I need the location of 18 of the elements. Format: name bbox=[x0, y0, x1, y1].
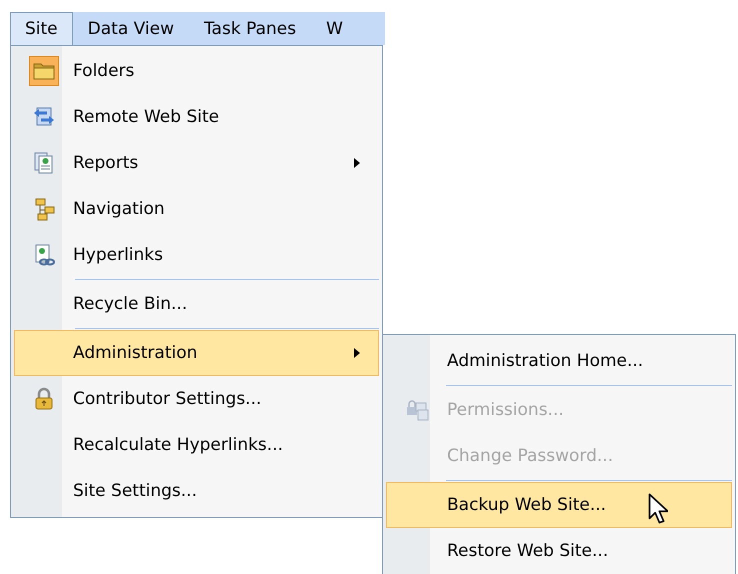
menu-item[interactable]: Hyperlinks bbox=[14, 232, 379, 278]
menu-item[interactable]: Backup Web Site... bbox=[386, 482, 732, 528]
menu-item[interactable]: Navigation bbox=[14, 186, 379, 232]
menu-item[interactable]: Site Settings... bbox=[14, 468, 379, 514]
menu-item[interactable]: Folders bbox=[14, 48, 379, 94]
menu-bar-item[interactable]: Site bbox=[10, 12, 73, 45]
menu-bar-item[interactable]: Data View bbox=[72, 12, 189, 45]
menu-item[interactable]: Contributor Settings... bbox=[14, 376, 379, 422]
menu-item[interactable]: Remote Web Site bbox=[14, 94, 379, 140]
menu-item[interactable]: Recycle Bin... bbox=[14, 281, 379, 327]
menu-item[interactable]: Restore Web Site... bbox=[386, 528, 732, 574]
mouse-pointer-icon bbox=[648, 493, 668, 524]
menu-bar-item[interactable]: W bbox=[311, 12, 358, 45]
menu-item[interactable]: Recalculate Hyperlinks... bbox=[14, 422, 379, 468]
menu-item[interactable]: Administration Home... bbox=[386, 338, 732, 384]
menu-bar-item[interactable]: Task Panes bbox=[188, 12, 312, 45]
menu-item[interactable]: Reports bbox=[14, 140, 379, 186]
menu-item[interactable]: Administration bbox=[14, 330, 379, 376]
